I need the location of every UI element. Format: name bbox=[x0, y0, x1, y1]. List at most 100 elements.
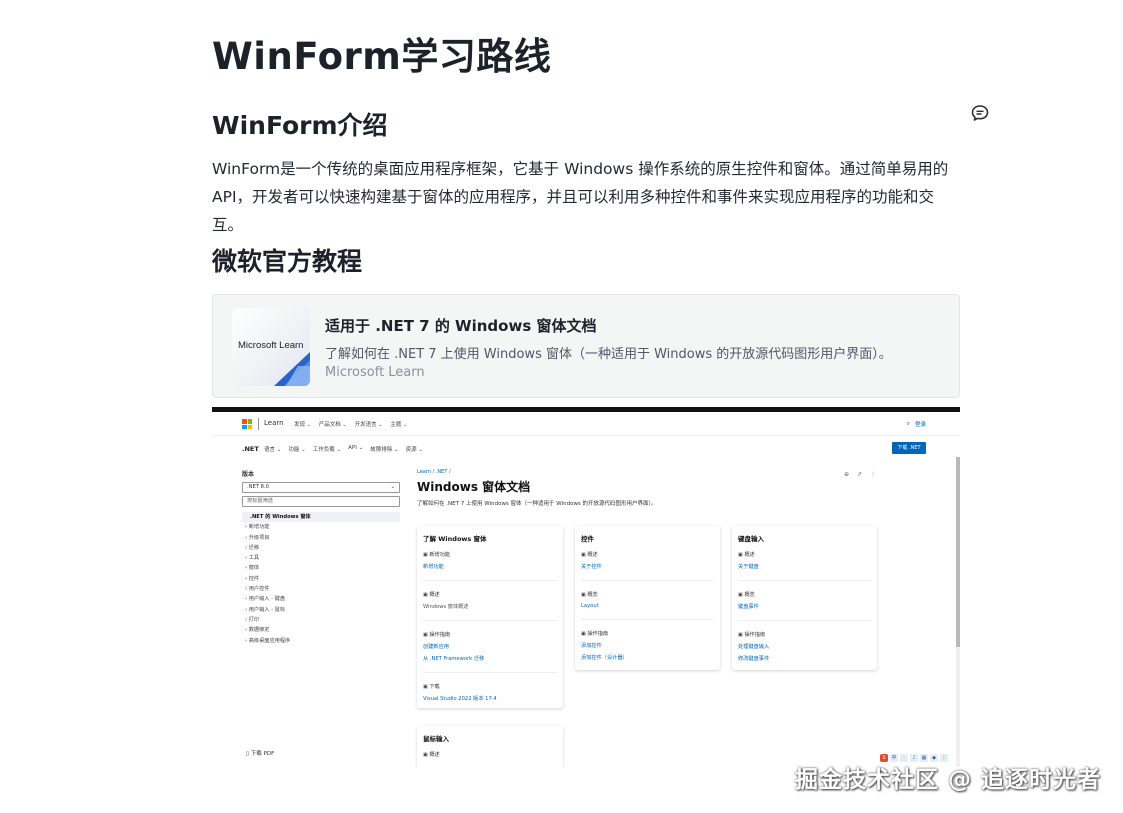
ms-card-link: 键盘事件 bbox=[738, 604, 759, 610]
ms-card-title: 鼠标输入 bbox=[423, 735, 449, 743]
feedback-icon: ⊕ bbox=[844, 471, 850, 478]
ms-nav-divider bbox=[258, 418, 259, 430]
ms-toc-item: 用户输入 - 键盘 bbox=[242, 594, 400, 604]
ms-signin-link: 登录 bbox=[914, 422, 926, 428]
ms-nav-item: 产品文档 bbox=[319, 420, 347, 428]
share-icon: ↗ bbox=[857, 471, 863, 478]
ms-product-name: .NET bbox=[242, 445, 259, 453]
ms-card-title: 键盘输入 bbox=[738, 535, 764, 543]
ms-card-section-head: 下载 bbox=[423, 683, 557, 690]
ms-subnav-item: API bbox=[348, 445, 363, 453]
ms-version-select: .NET 8.0 bbox=[242, 482, 400, 493]
ms-toc-item: 数据绑定 bbox=[242, 625, 400, 635]
ms-download-pdf: ▯ 下载 PDF bbox=[246, 751, 275, 757]
ms-toc-item: 升级项目 bbox=[242, 533, 400, 543]
ms-subnav-item: 故障排除 bbox=[370, 445, 398, 453]
link-card-source: Microsoft Learn bbox=[325, 365, 425, 380]
ms-card-link: 关于键盘 bbox=[738, 564, 759, 570]
ms-card-section: 操作指南 添加控件 添加控件（设计器） bbox=[581, 630, 714, 671]
ms-card-link: Visual Studio 2022 版本 17.4 bbox=[423, 696, 497, 702]
ms-card-section: 概念 键盘事件 bbox=[738, 591, 871, 621]
ms-nav-item: 发现 bbox=[294, 420, 311, 428]
ms-toc-item: 控件 bbox=[242, 574, 400, 584]
ms-doc-card: 鼠标输入 概述 bbox=[417, 726, 563, 767]
section-heading-intro: WinForm介绍 bbox=[212, 111, 388, 140]
ms-toc-item: 用户输入 - 鼠标 bbox=[242, 605, 400, 615]
ms-card-section: 概述 关于控件 bbox=[581, 551, 714, 581]
ms-card-section: 概念 Layout bbox=[581, 591, 714, 620]
ms-card-section-head: 概述 bbox=[581, 551, 714, 558]
ms-card-section: 概述 Windows 窗体概述 bbox=[423, 591, 557, 621]
microsoft-logo-icon bbox=[242, 419, 252, 429]
ms-card-section: 操作指南 处理键盘输入 修改键盘事件 bbox=[738, 631, 871, 672]
thumbnail-logo-text: Microsoft Learn bbox=[238, 340, 304, 351]
ms-card-link: 处理键盘输入 bbox=[738, 644, 770, 650]
ms-nav-item: 主题 bbox=[390, 420, 407, 428]
ms-page-title: Windows 窗体文档 bbox=[417, 480, 531, 494]
ms-card-section-head: 概念 bbox=[738, 591, 871, 598]
ms-sub-nav-items: 语言 功能 工作负载 API 故障排除 资源 bbox=[264, 445, 423, 453]
link-card-description: 了解如何在 .NET 7 上使用 Windows 窗体（一种适用于 Window… bbox=[325, 347, 892, 362]
ms-scrollbar bbox=[956, 457, 960, 767]
ms-card-section-head: 概述 bbox=[738, 551, 871, 558]
ms-top-nav-items: 发现 产品文档 开发语言 主题 bbox=[294, 420, 407, 428]
ms-subnav-item: 语言 bbox=[264, 445, 281, 453]
ms-sub-nav: .NET 语言 功能 工作负载 API 故障排除 资源 下载 .NET bbox=[212, 437, 960, 457]
ms-toc-item: 窗体 bbox=[242, 563, 400, 573]
ms-page-lead: 了解如何在 .NET 7 上使用 Windows 窗体（一种适用于 Window… bbox=[417, 501, 657, 507]
ms-subnav-item: 功能 bbox=[288, 445, 305, 453]
ms-card-link: 从 .NET Framework 迁移 bbox=[423, 656, 485, 662]
ms-card-link: Layout bbox=[581, 603, 599, 609]
ms-toc-tree: .NET 的 Windows 窗体 新增功能 升级项目 迁移 工具 窗体 控件 … bbox=[242, 512, 400, 646]
ms-download-pdf-label: 下载 PDF bbox=[250, 751, 275, 757]
intro-paragraph: WinForm是一个传统的桌面应用程序框架，它基于 Windows 操作系统的原… bbox=[212, 155, 952, 239]
ms-card-link: 添加控件 bbox=[581, 643, 602, 649]
ms-breadcrumb: Learn / .NET / bbox=[417, 469, 451, 475]
ms-toc-item: 工具 bbox=[242, 553, 400, 563]
search-icon: ⌕ bbox=[906, 420, 910, 427]
ms-toc-item: 高级桌面应用程序 bbox=[242, 636, 400, 646]
ms-card-link: 关于控件 bbox=[581, 564, 602, 570]
ms-doc-card: 了解 Windows 窗体 新增功能 新增功能 概述 Windows 窗体概述 … bbox=[417, 526, 563, 708]
ms-version-label: 版本 bbox=[242, 471, 255, 478]
ms-main-content: Learn / .NET / Windows 窗体文档 了解如何在 .NET 7… bbox=[417, 469, 887, 507]
ms-download-button: 下载 .NET bbox=[892, 442, 926, 454]
ms-card-text: Windows 窗体概述 bbox=[423, 604, 469, 610]
ms-card-title: 了解 Windows 窗体 bbox=[423, 535, 487, 543]
ms-subnav-item: 资源 bbox=[406, 445, 423, 453]
ms-card-section-head: 操作指南 bbox=[423, 631, 557, 638]
ms-doc-card: 控件 概述 关于控件 概念 Layout 操作指南 添加控件 添加控件（设计器） bbox=[575, 526, 720, 670]
ms-card-section: 操作指南 创建新应用 从 .NET Framework 迁移 bbox=[423, 631, 557, 673]
ms-card-section-head: 操作指南 bbox=[581, 630, 714, 637]
ms-scrollbar-thumb bbox=[956, 457, 960, 647]
ms-card-section: 新增功能 新增功能 bbox=[423, 551, 557, 581]
ms-card-link: 创建新应用 bbox=[423, 644, 449, 650]
ms-card-section: 概述 bbox=[423, 751, 557, 767]
article-title: WinForm学习路线 bbox=[212, 35, 552, 78]
comment-icon[interactable] bbox=[970, 103, 990, 123]
ms-toc-item: .NET 的 Windows 窗体 bbox=[242, 512, 400, 523]
ms-nav-item: 开发语言 bbox=[355, 420, 383, 428]
link-card-title: 适用于 .NET 7 的 Windows 窗体文档 bbox=[325, 317, 597, 335]
ms-card-section-head: 概念 bbox=[581, 591, 714, 598]
ms-brand: Learn bbox=[264, 419, 284, 427]
link-preview-card[interactable]: Microsoft Learn 适用于 .NET 7 的 Windows 窗体文… bbox=[212, 294, 960, 398]
ms-card-title: 控件 bbox=[581, 535, 594, 543]
ms-doc-card: 键盘输入 概述 关于键盘 概念 键盘事件 操作指南 处理键盘输入 修改键盘事件 bbox=[732, 526, 877, 670]
ms-top-nav: Learn 发现 产品文档 开发语言 主题 ⌕ 登录 bbox=[212, 412, 960, 436]
ms-card-link: 新增功能 bbox=[423, 564, 444, 570]
ms-subnav-item: 工作负载 bbox=[313, 445, 341, 453]
learn-graphic-icon bbox=[274, 352, 310, 386]
ms-toc-item: 新增功能 bbox=[242, 522, 400, 532]
ms-card-section: 概述 关于键盘 bbox=[738, 551, 871, 581]
watermark: 掘金技术社区 @ 追逐时光者 bbox=[794, 767, 1101, 793]
ms-page-actions: ⊕ ↗ ⋮ bbox=[844, 471, 876, 478]
ms-card-section-head: 新增功能 bbox=[423, 551, 557, 558]
ms-card-section-head: 操作指南 bbox=[738, 631, 871, 638]
intro-line-2: API，开发者可以快速构建基于窗体的应用程序，并且可以利用多种控件和事件来实现应… bbox=[212, 188, 935, 234]
microsoft-learn-thumbnail: Microsoft Learn bbox=[232, 308, 310, 386]
ms-card-section-head: 概述 bbox=[423, 751, 557, 758]
ms-toc-item: 用户控件 bbox=[242, 584, 400, 594]
ms-card-link: 添加控件（设计器） bbox=[581, 655, 628, 661]
embedded-docs-screenshot: Learn 发现 产品文档 开发语言 主题 ⌕ 登录 .NET 语言 功能 工作… bbox=[212, 407, 960, 767]
